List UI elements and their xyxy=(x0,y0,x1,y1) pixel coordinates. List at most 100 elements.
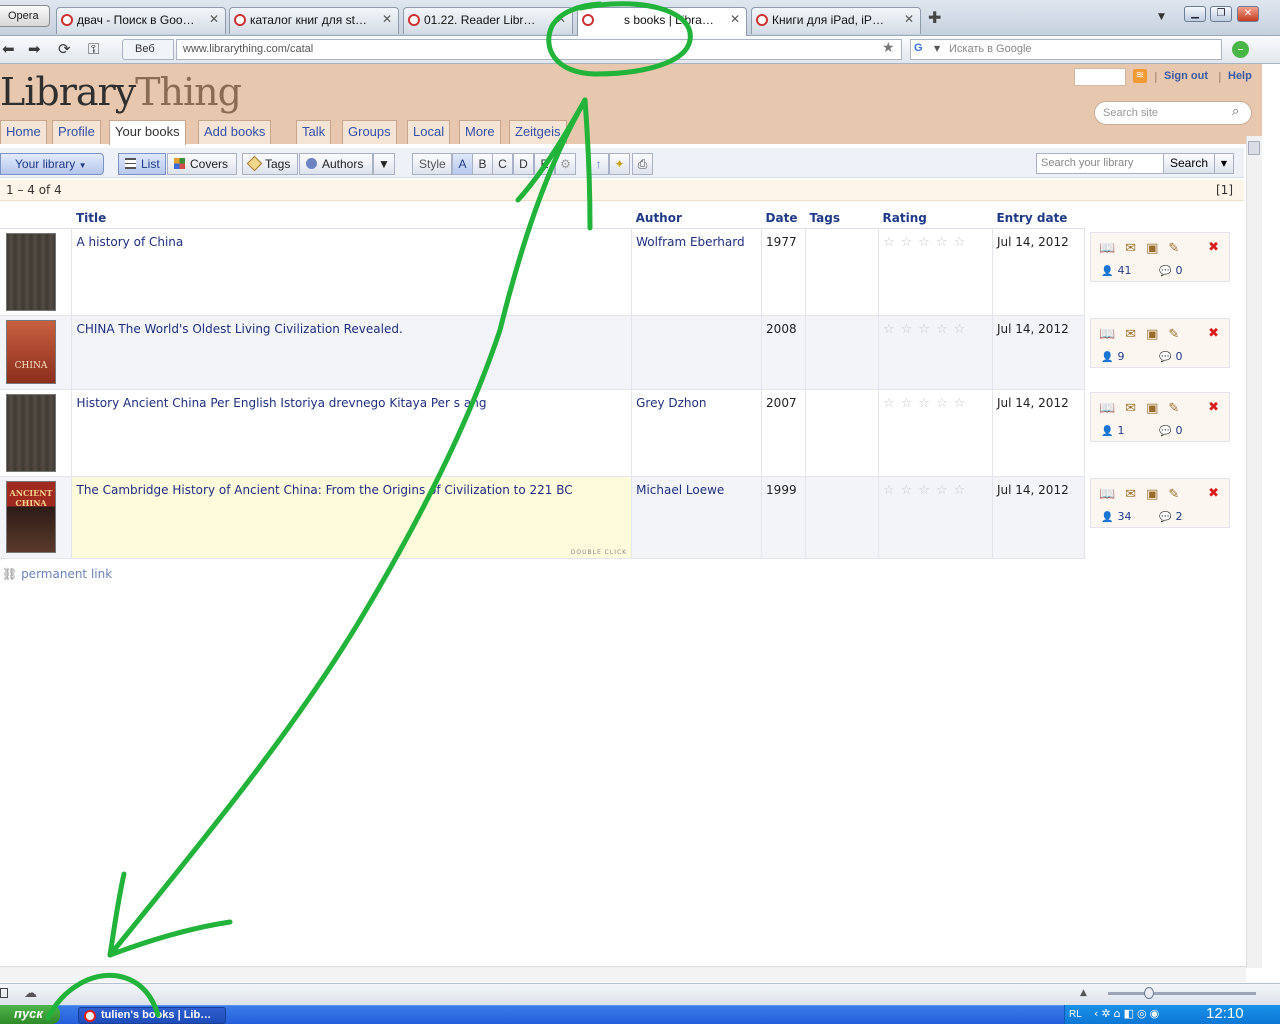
book-cover-image[interactable] xyxy=(6,232,56,311)
style-e-button[interactable]: E xyxy=(534,153,555,175)
horizontal-scrollbar[interactable] xyxy=(0,966,1246,982)
site-search-input[interactable]: Search site xyxy=(1094,101,1252,125)
rss-icon[interactable]: ≋ xyxy=(1133,69,1147,83)
opera-menu-button[interactable]: Opera xyxy=(0,5,50,27)
tab-close-icon[interactable]: ✕ xyxy=(382,12,392,26)
wand-icon[interactable]: ✦ xyxy=(609,153,630,175)
page-indicator[interactable]: [1] xyxy=(1216,183,1233,197)
author-cell[interactable]: Michael Loewe xyxy=(631,475,763,559)
reload-icon[interactable]: ⟳ xyxy=(58,40,71,58)
permanent-link[interactable]: ⛓ permanent link xyxy=(2,567,112,581)
delete-icon[interactable]: ✖ xyxy=(1208,400,1219,415)
tags-button[interactable]: Tags xyxy=(242,153,298,175)
reviews-count[interactable]: 💬 0 xyxy=(1159,424,1182,437)
scrollbar-thumb[interactable] xyxy=(1248,141,1260,155)
authors-button[interactable]: Authors xyxy=(299,153,373,175)
style-b-button[interactable]: B xyxy=(472,153,493,175)
restore-icon[interactable]: ❐ xyxy=(1210,6,1232,22)
forward-icon[interactable]: ➡ xyxy=(28,40,41,58)
nav-tab-more[interactable]: More xyxy=(459,120,501,144)
wand-key-icon[interactable]: ⚿ xyxy=(88,40,99,58)
covers-view-button[interactable]: Covers xyxy=(167,153,237,175)
rating-column-header[interactable]: Rating xyxy=(878,208,993,229)
new-tab-icon[interactable]: ✚ xyxy=(928,8,941,27)
delete-icon[interactable]: ✖ xyxy=(1208,326,1219,341)
members-count[interactable]: 👤 9 xyxy=(1101,350,1124,363)
panel-toggle-icon[interactable] xyxy=(0,988,8,998)
language-indicator[interactable]: RL xyxy=(1069,1009,1082,1020)
bookmark-star-icon[interactable]: ★ xyxy=(882,40,895,56)
rating-cell[interactable]: ☆☆☆☆☆ xyxy=(878,227,993,316)
zoom-slider[interactable] xyxy=(1108,992,1256,995)
search-engine-dropdown-icon[interactable]: ▼ xyxy=(934,44,940,53)
back-icon[interactable]: ⬅ xyxy=(2,40,15,58)
rating-stars-icon[interactable]: ☆☆☆☆☆ xyxy=(883,483,971,498)
browser-tab[interactable]: Книги для iPad, iPhone … ✕ xyxy=(751,7,921,34)
tab-close-icon[interactable]: ✕ xyxy=(904,12,914,26)
tray-icons[interactable]: ‹✲⌂◧◎◉ xyxy=(1094,1007,1162,1020)
sign-out-link[interactable]: Sign out xyxy=(1164,70,1208,82)
your-library-dropdown[interactable]: Your library ▼ xyxy=(0,153,104,175)
reviews-count[interactable]: 💬 0 xyxy=(1159,350,1182,363)
tab-menu-icon[interactable]: ▼ xyxy=(1158,12,1165,22)
title-cell[interactable]: The Cambridge History of Ancient China: … xyxy=(71,475,633,559)
start-button[interactable]: пуск xyxy=(0,1005,60,1024)
rating-stars-icon[interactable]: ☆☆☆☆☆ xyxy=(883,322,971,337)
settings-gear-icon[interactable]: ⚙ xyxy=(555,153,576,175)
date-column-header[interactable]: Date xyxy=(761,208,806,229)
nav-tab-add-books[interactable]: Add books xyxy=(198,120,272,144)
tags-cell[interactable] xyxy=(805,227,879,316)
author-column-header[interactable]: Author xyxy=(631,208,762,229)
taskbar-opera-button[interactable]: tulien's books | Lib… xyxy=(78,1007,226,1024)
tags-cell[interactable] xyxy=(805,314,879,390)
members-count[interactable]: 👤 41 xyxy=(1101,264,1131,277)
zoom-up-icon[interactable]: ▲ xyxy=(1080,988,1087,998)
window-close-icon[interactable]: ✕ xyxy=(1237,6,1259,22)
taskbar-clock[interactable]: 12:10 xyxy=(1206,1005,1244,1022)
book-cover-image[interactable] xyxy=(6,393,56,472)
vertical-scrollbar[interactable] xyxy=(1246,136,1262,968)
delete-icon[interactable]: ✖ xyxy=(1208,486,1219,501)
rating-cell[interactable]: ☆☆☆☆☆ xyxy=(878,475,993,559)
rating-stars-icon[interactable]: ☆☆☆☆☆ xyxy=(883,235,971,250)
browser-tab[interactable]: каталог книг для stanz… ✕ xyxy=(229,7,399,34)
search-icon[interactable]: ⌕ xyxy=(1232,104,1239,119)
nav-tab-groups[interactable]: Groups xyxy=(342,120,397,144)
sort-up-icon[interactable]: ↑ xyxy=(588,153,609,175)
book-cover-image[interactable]: CHINA xyxy=(6,319,56,384)
google-search-input[interactable]: Искать в Google xyxy=(910,39,1222,60)
help-link[interactable]: Help xyxy=(1228,70,1252,82)
author-cell[interactable] xyxy=(631,314,763,390)
go-icon[interactable]: – xyxy=(1232,41,1249,58)
title-column-header[interactable]: Title xyxy=(71,208,632,229)
tab-close-icon[interactable]: ✕ xyxy=(730,12,740,26)
url-input[interactable]: www.librarything.com/catal xyxy=(176,39,902,60)
browser-tab-active[interactable]: s books | LibraryTh… ✕ xyxy=(577,7,747,36)
cloud-icon[interactable]: ☁ xyxy=(24,986,37,1001)
book-cover-image[interactable]: ANCIENT CHINA xyxy=(6,480,56,553)
delete-icon[interactable]: ✖ xyxy=(1208,240,1219,255)
print-icon[interactable]: ⎙ xyxy=(632,153,653,175)
account-name-box[interactable] xyxy=(1074,68,1126,86)
members-count[interactable]: 👤 1 xyxy=(1101,424,1124,437)
browser-tab[interactable]: 01.22. Reader Library 3.3 ✕ xyxy=(403,7,573,34)
nav-tab-local[interactable]: Local xyxy=(407,120,451,144)
tab-close-icon[interactable]: ✕ xyxy=(209,12,219,26)
rating-stars-icon[interactable]: ☆☆☆☆☆ xyxy=(883,396,971,411)
style-a-button[interactable]: A xyxy=(452,153,473,175)
minimize-icon[interactable]: ▁ xyxy=(1184,6,1206,22)
tags-column-header[interactable]: Tags xyxy=(805,208,879,229)
tags-cell[interactable] xyxy=(805,388,879,477)
library-search-input[interactable]: Search your library xyxy=(1036,153,1164,174)
title-cell[interactable]: CHINA The World's Oldest Living Civiliza… xyxy=(71,314,633,390)
tags-cell[interactable] xyxy=(805,475,879,559)
nav-tab-profile[interactable]: Profile xyxy=(52,120,101,144)
tab-close-icon[interactable]: ✕ xyxy=(556,12,566,26)
nav-tab-talk[interactable]: Talk xyxy=(296,120,332,144)
reviews-count[interactable]: 💬 0 xyxy=(1159,264,1182,277)
search-options-dropdown[interactable]: ▼ xyxy=(1214,153,1234,174)
list-view-button[interactable]: List xyxy=(118,153,166,175)
web-badge[interactable]: Веб xyxy=(122,39,174,60)
authors-dropdown[interactable]: ▼ xyxy=(373,153,395,175)
title-cell[interactable]: A history of China xyxy=(71,227,633,316)
